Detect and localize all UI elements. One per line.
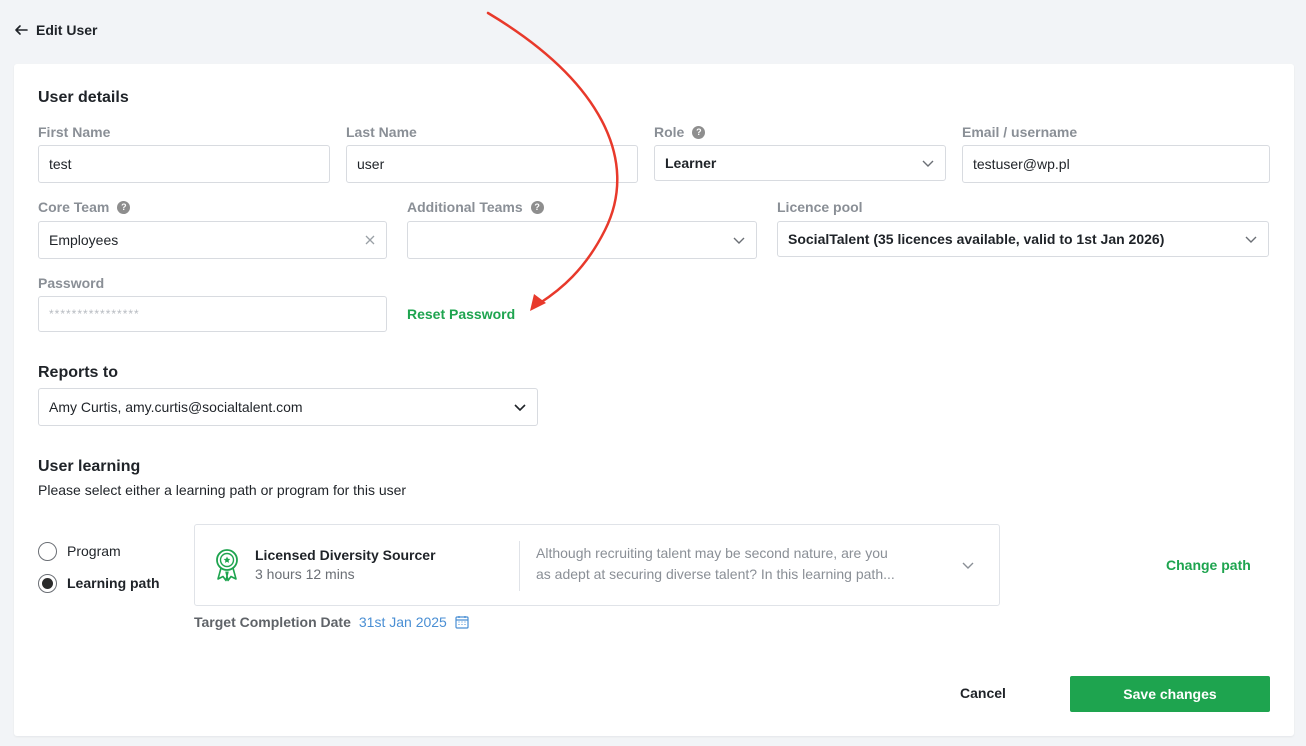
password-value: **************** [49,307,140,321]
target-completion-label: Target Completion Date [194,614,351,630]
first-name-field[interactable] [38,145,330,183]
help-icon[interactable]: ? [692,125,706,139]
reports-to-select[interactable]: Amy Curtis, amy.curtis@socialtalent.com [38,388,538,426]
first-name-label: First Name [38,124,111,140]
password-label: Password [38,275,105,291]
licence-pool-label: Licence pool [777,199,863,215]
role-label: Role ? [654,123,706,141]
path-duration: 3 hours 12 mins [255,566,355,582]
help-icon[interactable]: ? [117,200,131,214]
additional-teams-select[interactable] [407,221,757,259]
last-name-field[interactable] [346,145,638,183]
licence-pool-value: SocialTalent (35 licences available, val… [788,231,1165,247]
first-name-input[interactable] [49,156,319,172]
email-field[interactable] [962,145,1270,183]
core-team-value: Employees [49,232,119,248]
radio-learning-path[interactable] [38,573,57,593]
password-field: **************** [38,296,387,332]
core-team-select[interactable]: Employees [38,221,387,259]
path-description: Although recruiting talent may be second… [536,545,895,582]
last-name-label: Last Name [346,124,417,140]
licence-pool-select[interactable]: SocialTalent (35 licences available, val… [777,221,1269,257]
reset-password-link[interactable]: Reset Password [407,306,515,322]
save-changes-button[interactable]: Save changes [1070,676,1270,712]
arrow-left-icon [15,25,28,35]
clear-icon[interactable] [364,234,376,246]
calendar-icon[interactable] [455,615,469,629]
email-label: Email / username [962,124,1078,140]
path-divider [519,541,520,591]
cancel-button[interactable]: Cancel [960,685,1006,701]
user-learning-subtitle: Please select either a learning path or … [38,482,407,498]
award-ribbon-icon [216,549,238,582]
additional-teams-label: Additional Teams ? [407,198,544,216]
learning-path-option[interactable]: Learning path [38,573,160,593]
chevron-down-icon [1245,236,1257,243]
chevron-down-icon [514,404,526,412]
radio-program[interactable] [38,541,57,561]
user-learning-title: User learning [38,458,141,475]
learning-path-option-label: Learning path [67,575,160,591]
user-details-title: User details [38,89,129,106]
target-completion-date[interactable]: 31st Jan 2025 [359,614,447,630]
reports-to-title: Reports to [38,364,118,381]
page-title: Edit User [36,22,98,38]
chevron-down-icon [733,237,745,244]
help-icon[interactable]: ? [530,200,544,214]
program-option-label: Program [67,543,121,559]
reports-to-value: Amy Curtis, amy.curtis@socialtalent.com [49,399,303,415]
program-option[interactable]: Program [38,541,121,561]
email-input[interactable] [973,156,1259,172]
chevron-down-icon [922,160,934,167]
learning-path-card[interactable]: Licensed Diversity Sourcer 3 hours 12 mi… [194,524,1000,606]
role-value: Learner [665,155,717,171]
role-select[interactable]: Learner [654,145,946,181]
target-completion: Target Completion Date 31st Jan 2025 [194,614,469,630]
back-link[interactable]: Edit User [14,20,97,40]
core-team-label: Core Team ? [38,198,131,216]
last-name-input[interactable] [357,156,627,172]
chevron-down-icon[interactable] [961,558,975,572]
change-path-link[interactable]: Change path [1166,557,1251,573]
path-title: Licensed Diversity Sourcer [255,547,436,563]
edit-user-card: User details First Name Last Name Role ?… [14,64,1294,736]
